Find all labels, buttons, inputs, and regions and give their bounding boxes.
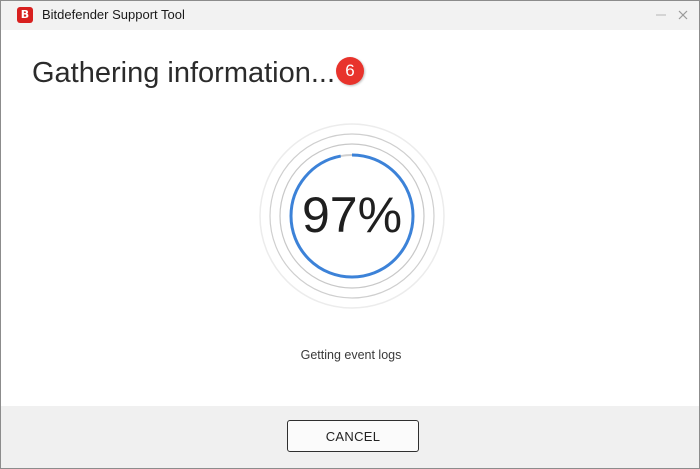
status-message: Getting event logs xyxy=(300,348,402,362)
footer-bar: CANCEL xyxy=(1,406,699,468)
progress-percent-label: 97% xyxy=(301,187,403,243)
close-icon xyxy=(678,10,688,20)
title-bar[interactable]: B Bitdefender Support Tool xyxy=(1,1,699,30)
bitdefender-logo-icon: B xyxy=(17,7,33,23)
page-title: Gathering information... xyxy=(32,57,336,89)
step-number-badge: 6 xyxy=(336,57,364,85)
app-window: B Bitdefender Support Tool Gathering inf… xyxy=(0,0,700,469)
minimize-icon xyxy=(656,14,666,16)
minimize-button[interactable] xyxy=(649,1,673,30)
close-button[interactable] xyxy=(671,1,695,30)
window-title: Bitdefender Support Tool xyxy=(42,7,185,22)
cancel-button[interactable]: CANCEL xyxy=(287,420,419,452)
